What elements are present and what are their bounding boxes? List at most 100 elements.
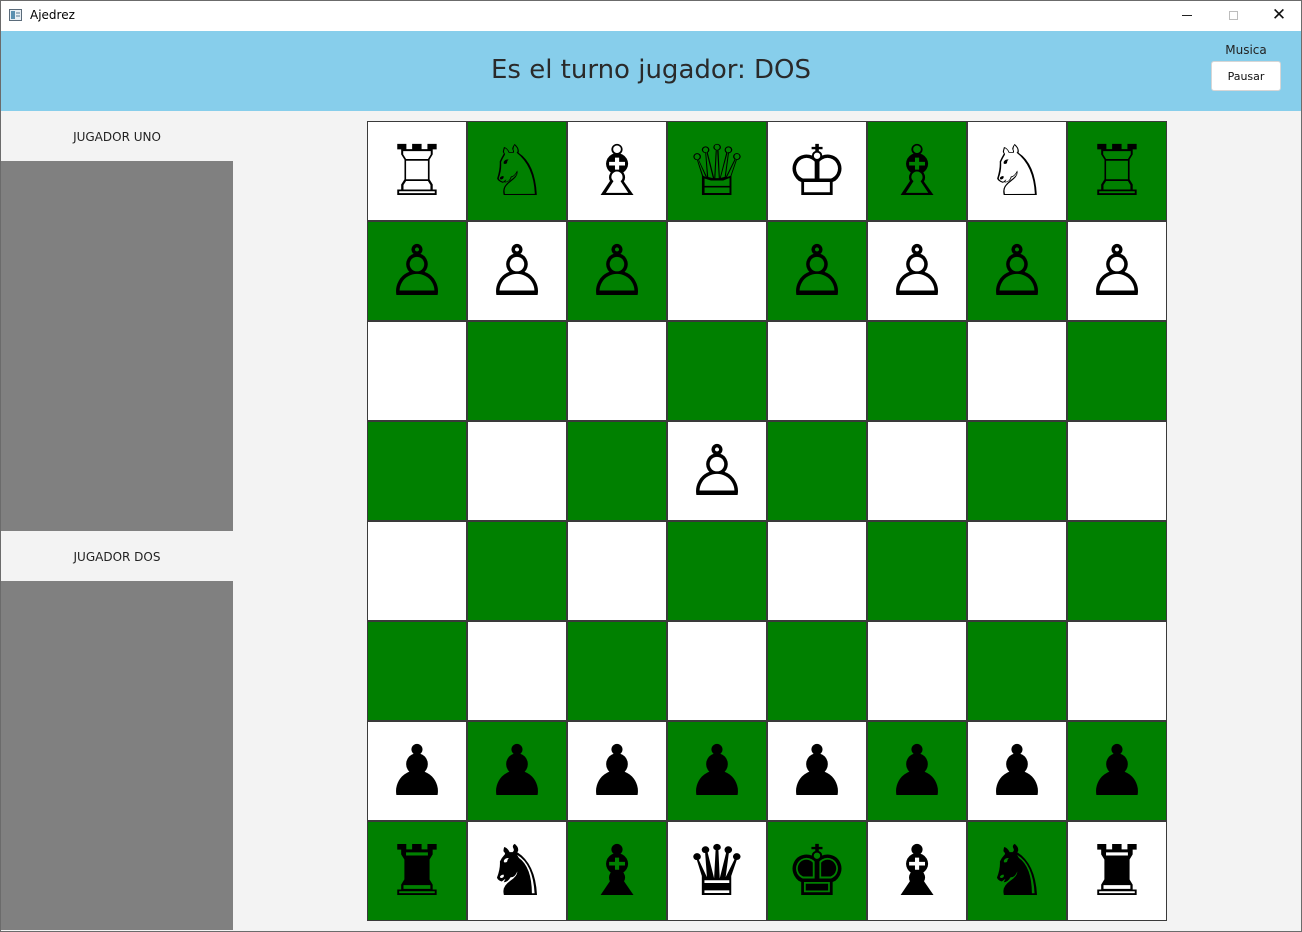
chess-piece[interactable]: ♖ xyxy=(1086,136,1149,206)
chess-piece[interactable]: ♟ xyxy=(886,736,949,806)
maximize-button[interactable] xyxy=(1210,0,1256,31)
square-h1[interactable]: ♜ xyxy=(1067,821,1167,921)
chess-piece[interactable]: ♟ xyxy=(386,736,449,806)
square-f6[interactable] xyxy=(867,321,967,421)
square-f3[interactable] xyxy=(867,621,967,721)
square-g6[interactable] xyxy=(967,321,1067,421)
square-e6[interactable] xyxy=(767,321,867,421)
square-g2[interactable]: ♟ xyxy=(967,721,1067,821)
chess-piece[interactable]: ♟ xyxy=(786,736,849,806)
square-e1[interactable]: ♚ xyxy=(767,821,867,921)
square-c5[interactable] xyxy=(567,421,667,521)
close-button[interactable]: ✕ xyxy=(1256,0,1302,31)
square-h6[interactable] xyxy=(1067,321,1167,421)
square-g1[interactable]: ♞ xyxy=(967,821,1067,921)
square-g3[interactable] xyxy=(967,621,1067,721)
chess-piece[interactable]: ♚ xyxy=(786,836,849,906)
chess-piece[interactable]: ♜ xyxy=(386,836,449,906)
square-f8[interactable]: ♗ xyxy=(867,121,967,221)
square-e2[interactable]: ♟ xyxy=(767,721,867,821)
chess-piece[interactable]: ♟ xyxy=(486,736,549,806)
chess-piece[interactable]: ♙ xyxy=(586,236,649,306)
square-b3[interactable] xyxy=(467,621,567,721)
chess-piece[interactable]: ♟ xyxy=(686,736,749,806)
square-d3[interactable] xyxy=(667,621,767,721)
square-h5[interactable] xyxy=(1067,421,1167,521)
chess-piece[interactable]: ♕ xyxy=(686,136,749,206)
chess-piece[interactable]: ♙ xyxy=(1086,236,1149,306)
chess-piece[interactable]: ♝ xyxy=(586,836,649,906)
square-b4[interactable] xyxy=(467,521,567,621)
square-g4[interactable] xyxy=(967,521,1067,621)
square-g7[interactable]: ♙ xyxy=(967,221,1067,321)
square-f2[interactable]: ♟ xyxy=(867,721,967,821)
square-b5[interactable] xyxy=(467,421,567,521)
square-f7[interactable]: ♙ xyxy=(867,221,967,321)
square-e5[interactable] xyxy=(767,421,867,521)
square-c3[interactable] xyxy=(567,621,667,721)
square-f4[interactable] xyxy=(867,521,967,621)
square-h3[interactable] xyxy=(1067,621,1167,721)
chess-piece[interactable]: ♞ xyxy=(486,836,549,906)
chess-piece[interactable]: ♟ xyxy=(586,736,649,806)
square-h4[interactable] xyxy=(1067,521,1167,621)
square-b7[interactable]: ♙ xyxy=(467,221,567,321)
square-b2[interactable]: ♟ xyxy=(467,721,567,821)
square-a8[interactable]: ♖ xyxy=(367,121,467,221)
square-d2[interactable]: ♟ xyxy=(667,721,767,821)
chess-piece[interactable]: ♗ xyxy=(886,136,949,206)
square-h2[interactable]: ♟ xyxy=(1067,721,1167,821)
square-a3[interactable] xyxy=(367,621,467,721)
chess-piece[interactable]: ♝ xyxy=(886,836,949,906)
square-d7[interactable] xyxy=(667,221,767,321)
square-a7[interactable]: ♙ xyxy=(367,221,467,321)
chess-piece[interactable]: ♖ xyxy=(386,136,449,206)
chess-piece[interactable]: ♜ xyxy=(1086,836,1149,906)
square-d4[interactable] xyxy=(667,521,767,621)
chess-piece[interactable]: ♛ xyxy=(686,836,749,906)
chess-piece[interactable]: ♘ xyxy=(986,136,1049,206)
chess-piece[interactable]: ♟ xyxy=(986,736,1049,806)
square-d6[interactable] xyxy=(667,321,767,421)
chess-piece[interactable]: ♟ xyxy=(1086,736,1149,806)
square-a1[interactable]: ♜ xyxy=(367,821,467,921)
square-e8[interactable]: ♔ xyxy=(767,121,867,221)
chess-piece[interactable]: ♞ xyxy=(986,836,1049,906)
square-h7[interactable]: ♙ xyxy=(1067,221,1167,321)
square-a5[interactable] xyxy=(367,421,467,521)
chess-piece[interactable]: ♙ xyxy=(386,236,449,306)
square-c7[interactable]: ♙ xyxy=(567,221,667,321)
square-e3[interactable] xyxy=(767,621,867,721)
square-b6[interactable] xyxy=(467,321,567,421)
square-d1[interactable]: ♛ xyxy=(667,821,767,921)
square-f5[interactable] xyxy=(867,421,967,521)
square-g5[interactable] xyxy=(967,421,1067,521)
square-c1[interactable]: ♝ xyxy=(567,821,667,921)
square-a2[interactable]: ♟ xyxy=(367,721,467,821)
square-g8[interactable]: ♘ xyxy=(967,121,1067,221)
square-c8[interactable]: ♗ xyxy=(567,121,667,221)
square-e7[interactable]: ♙ xyxy=(767,221,867,321)
chess-piece[interactable]: ♗ xyxy=(586,136,649,206)
square-e4[interactable] xyxy=(767,521,867,621)
minimize-button[interactable] xyxy=(1164,0,1210,31)
pause-music-button[interactable]: Pausar xyxy=(1211,61,1281,91)
square-c6[interactable] xyxy=(567,321,667,421)
square-b8[interactable]: ♘ xyxy=(467,121,567,221)
chess-piece[interactable]: ♙ xyxy=(486,236,549,306)
chess-piece[interactable]: ♘ xyxy=(486,136,549,206)
square-c4[interactable] xyxy=(567,521,667,621)
square-a4[interactable] xyxy=(367,521,467,621)
chess-piece[interactable]: ♙ xyxy=(786,236,849,306)
square-f1[interactable]: ♝ xyxy=(867,821,967,921)
chess-piece[interactable]: ♙ xyxy=(886,236,949,306)
chess-piece[interactable]: ♔ xyxy=(786,136,849,206)
square-h8[interactable]: ♖ xyxy=(1067,121,1167,221)
square-d5[interactable]: ♙ xyxy=(667,421,767,521)
square-c2[interactable]: ♟ xyxy=(567,721,667,821)
square-d8[interactable]: ♕ xyxy=(667,121,767,221)
chess-piece[interactable]: ♙ xyxy=(986,236,1049,306)
square-b1[interactable]: ♞ xyxy=(467,821,567,921)
chess-piece[interactable]: ♙ xyxy=(686,436,749,506)
square-a6[interactable] xyxy=(367,321,467,421)
